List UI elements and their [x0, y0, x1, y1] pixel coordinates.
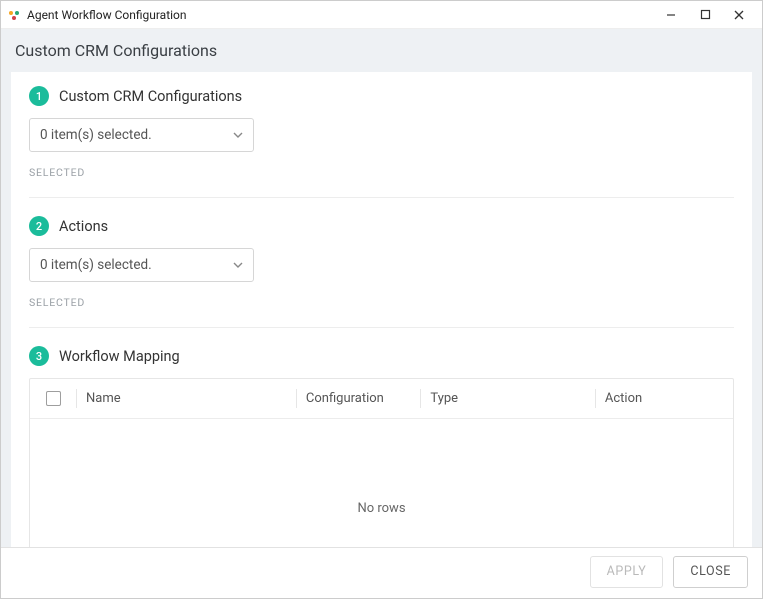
selected-label-crm: SELECTED [29, 166, 734, 179]
section-head-crm: 1 Custom CRM Configurations [29, 86, 734, 106]
table-empty-state: No rows [30, 419, 733, 547]
step-badge-2: 2 [29, 216, 49, 236]
maximize-icon [700, 9, 711, 20]
divider [29, 327, 734, 328]
close-window-button[interactable] [722, 3, 756, 27]
step-badge-3: 3 [29, 346, 49, 366]
table-header-type: Type [420, 379, 594, 418]
actions-dropdown-value: 0 item(s) selected. [40, 257, 152, 273]
section-title-mapping: Workflow Mapping [59, 348, 180, 365]
table-header-checkbox-cell [30, 379, 76, 418]
page-heading: Custom CRM Configurations [1, 29, 762, 72]
scroll-panel[interactable]: 1 Custom CRM Configurations 0 item(s) se… [11, 72, 752, 547]
table-header-name: Name [76, 379, 296, 418]
divider [29, 197, 734, 198]
titlebar: Agent Workflow Configuration [1, 1, 762, 29]
workflow-mapping-table: Name Configuration Type Action No rows [29, 378, 734, 547]
close-icon [733, 9, 745, 21]
minimize-button[interactable] [654, 3, 688, 27]
section-title-crm: Custom CRM Configurations [59, 88, 242, 105]
app-icon [7, 8, 21, 22]
crm-config-dropdown[interactable]: 0 item(s) selected. [29, 118, 254, 152]
table-header-action: Action [595, 379, 733, 418]
window-title: Agent Workflow Configuration [27, 8, 654, 22]
close-button[interactable]: CLOSE [673, 556, 748, 588]
apply-button[interactable]: APPLY [590, 556, 664, 588]
section-title-actions: Actions [59, 218, 108, 235]
select-all-checkbox[interactable] [46, 391, 61, 406]
crm-config-dropdown-value: 0 item(s) selected. [40, 127, 152, 143]
minimize-icon [665, 9, 677, 21]
table-header-configuration: Configuration [296, 379, 421, 418]
section-actions: 2 Actions 0 item(s) selected. SELECTED [29, 216, 734, 328]
section-crm-configurations: 1 Custom CRM Configurations 0 item(s) se… [29, 86, 734, 198]
window-controls [654, 3, 756, 27]
section-head-actions: 2 Actions [29, 216, 734, 236]
table-header: Name Configuration Type Action [30, 379, 733, 419]
section-workflow-mapping: 3 Workflow Mapping Name Configuration Ty… [29, 346, 734, 547]
section-head-mapping: 3 Workflow Mapping [29, 346, 734, 366]
step-badge-1: 1 [29, 86, 49, 106]
footer: APPLY CLOSE [1, 547, 762, 595]
content-area: 1 Custom CRM Configurations 0 item(s) se… [1, 72, 762, 547]
selected-label-actions: SELECTED [29, 296, 734, 309]
maximize-button[interactable] [688, 3, 722, 27]
actions-dropdown[interactable]: 0 item(s) selected. [29, 248, 254, 282]
chevron-down-icon [233, 262, 243, 268]
chevron-down-icon [233, 132, 243, 138]
